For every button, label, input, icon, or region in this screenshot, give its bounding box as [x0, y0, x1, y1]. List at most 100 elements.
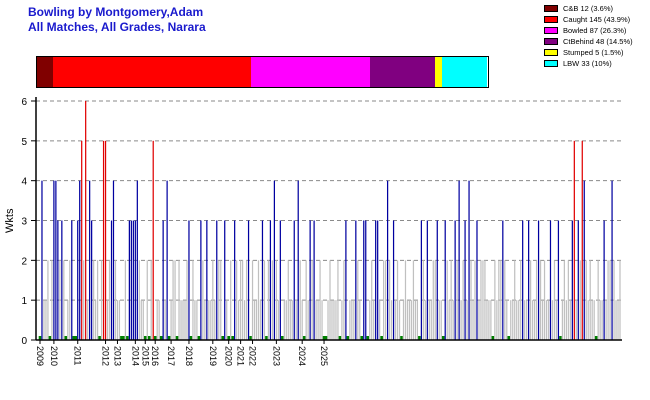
- bar: [311, 260, 313, 340]
- bar: [388, 260, 391, 340]
- bar: [601, 300, 603, 340]
- bar: [575, 300, 577, 340]
- bar: [307, 300, 309, 340]
- bar: [89, 180, 91, 340]
- bar: [506, 300, 508, 340]
- bar: [305, 260, 307, 340]
- bar: [543, 260, 546, 340]
- bar: [238, 300, 240, 340]
- bar: [563, 260, 565, 340]
- bar: [494, 260, 496, 340]
- bar: [553, 260, 556, 340]
- bar: [255, 300, 258, 340]
- bar: [478, 300, 480, 340]
- bar: [605, 300, 607, 340]
- bar: [166, 180, 168, 340]
- bar: [102, 140, 105, 340]
- bar: [462, 260, 464, 340]
- bar: [528, 220, 530, 340]
- bar: [454, 220, 456, 340]
- bar: [269, 220, 272, 340]
- bar: [150, 260, 152, 340]
- x-year-label: 2025: [319, 346, 329, 366]
- bar: [603, 220, 605, 340]
- bar: [410, 300, 413, 340]
- bar: [100, 260, 103, 340]
- bar: [545, 300, 548, 340]
- bar: [130, 220, 132, 340]
- bar: [530, 260, 532, 340]
- bar: [234, 220, 236, 340]
- x-year-label: 2013: [113, 346, 123, 366]
- bar: [79, 180, 81, 340]
- bar: [329, 260, 331, 340]
- bar: [390, 300, 393, 340]
- bar: [182, 300, 184, 340]
- bar: [430, 300, 432, 340]
- bar: [365, 220, 367, 340]
- bar: [71, 220, 73, 340]
- bar: [293, 220, 295, 340]
- bar: [212, 260, 214, 340]
- bar: [174, 260, 176, 340]
- bar: [577, 220, 579, 340]
- bar: [526, 300, 528, 340]
- bar: [279, 220, 281, 340]
- bar: [208, 300, 210, 340]
- bar: [218, 260, 220, 340]
- bar: [607, 260, 609, 340]
- y-tick-label: 0: [21, 336, 27, 347]
- bar: [230, 260, 232, 340]
- bar: [428, 300, 430, 340]
- bar: [484, 260, 486, 340]
- bar: [91, 220, 93, 340]
- bar: [172, 260, 174, 340]
- bar: [520, 260, 522, 340]
- bar: [283, 300, 285, 340]
- x-year-label: 2010: [49, 346, 59, 366]
- bar: [597, 260, 599, 340]
- bar: [224, 220, 226, 340]
- bar: [51, 260, 53, 340]
- bar: [158, 300, 160, 340]
- bar: [85, 101, 87, 340]
- bar: [609, 260, 611, 340]
- bar: [319, 260, 321, 340]
- bar: [299, 260, 301, 340]
- bar: [216, 220, 218, 340]
- y-tick-label: 4: [21, 177, 27, 188]
- bar: [466, 300, 468, 340]
- bar: [371, 260, 373, 340]
- bar: [194, 300, 196, 340]
- bar: [458, 180, 460, 340]
- bar: [573, 140, 575, 340]
- bar: [210, 300, 212, 340]
- x-year-label: 2009: [35, 346, 45, 366]
- bar: [611, 180, 613, 340]
- bar: [613, 260, 615, 340]
- bar: [422, 260, 424, 340]
- bar: [379, 300, 381, 340]
- bar: [259, 300, 262, 340]
- bar: [357, 260, 359, 340]
- bar: [196, 300, 198, 340]
- bar: [59, 260, 61, 340]
- bar: [375, 220, 377, 340]
- bar: [291, 300, 293, 340]
- bar: [565, 300, 567, 340]
- bar: [398, 300, 401, 340]
- bar: [416, 300, 419, 340]
- x-year-label: 2012: [101, 346, 111, 366]
- wickets-bar-chart: 0 1 2 3 4 5 6 2009 2010 2011 2012 2013 2014 2015 2016 2…: [21, 97, 622, 366]
- x-year-label: 2023: [271, 346, 281, 366]
- bar: [245, 260, 248, 340]
- bar: [253, 300, 256, 340]
- bar: [432, 260, 434, 340]
- bar: [93, 260, 95, 340]
- bar: [333, 300, 335, 340]
- bar: [192, 260, 194, 340]
- bar: [579, 260, 581, 340]
- bar: [440, 300, 442, 340]
- x-year-label: 2011: [73, 346, 83, 365]
- bar: [535, 260, 538, 340]
